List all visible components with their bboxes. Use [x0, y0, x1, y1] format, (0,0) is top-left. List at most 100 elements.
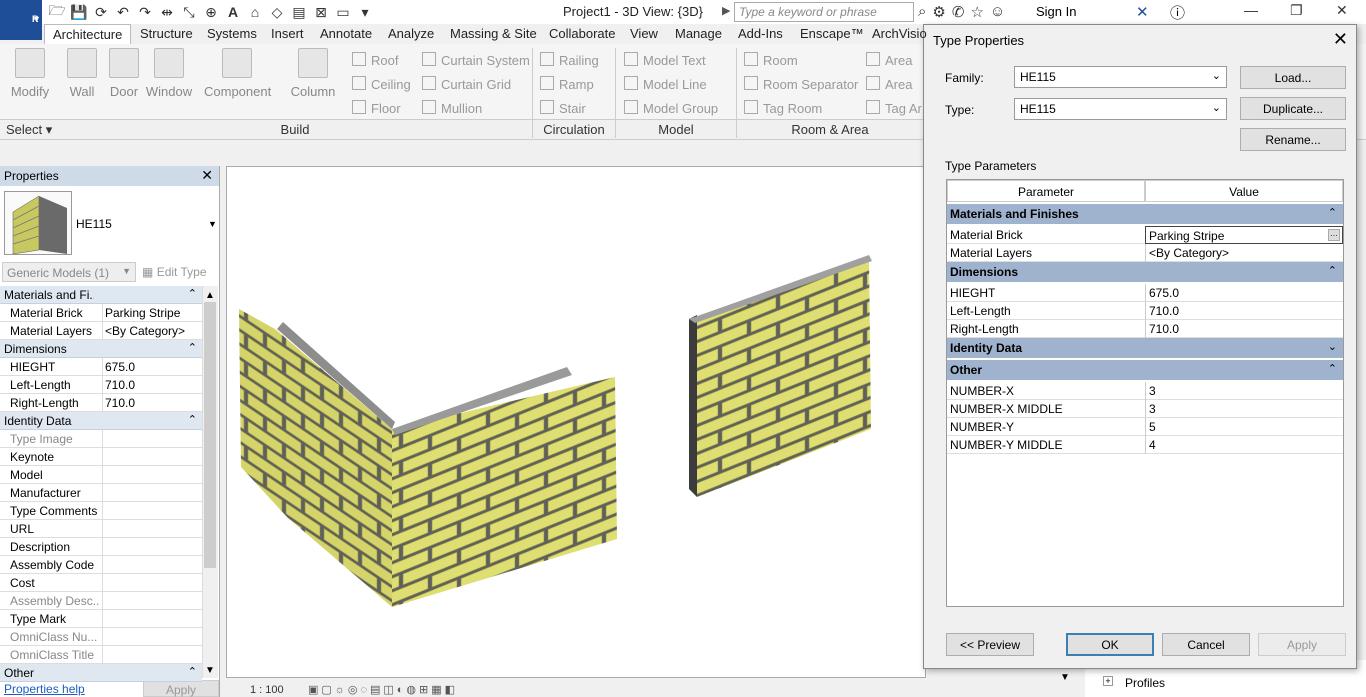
- property-row-url[interactable]: URL: [0, 520, 202, 538]
- view-control-icons[interactable]: ▣▢☼◎◌▤◫◐◍⊞▦◧: [308, 683, 458, 696]
- property-row-keynote[interactable]: Keynote: [0, 448, 202, 466]
- property-value[interactable]: [102, 592, 107, 610]
- value-column-header[interactable]: Value: [1145, 180, 1343, 202]
- property-group-dimensions[interactable]: Dimensions ⌃: [0, 340, 202, 358]
- binoculars-icon[interactable]: ⌕: [918, 3, 926, 21]
- property-row-manufacturer[interactable]: Manufacturer: [0, 484, 202, 502]
- property-row-left-length[interactable]: Left-Length 710.0: [0, 376, 202, 394]
- minimize-icon[interactable]: —: [1244, 2, 1258, 18]
- close-window-icon[interactable]: ✕: [1336, 2, 1348, 19]
- parameter-column-header[interactable]: Parameter: [947, 180, 1145, 202]
- subscription-icon[interactable]: ⚙: [932, 3, 945, 21]
- property-row-type-mark[interactable]: Type Mark: [0, 610, 202, 628]
- edit-type-button[interactable]: ▦ Edit Type: [142, 262, 207, 279]
- close-hidden-icon[interactable]: ⊠: [312, 4, 330, 21]
- user-icon[interactable]: ☺: [990, 3, 1005, 21]
- model-text-button[interactable]: Model Text: [624, 52, 706, 68]
- room-separator-button[interactable]: Room Separator: [744, 76, 858, 92]
- property-row-material-brick[interactable]: Material Brick Parking Stripe: [0, 304, 202, 322]
- mullion-button[interactable]: Mullion: [422, 100, 482, 116]
- favorites-icon[interactable]: ☆: [970, 3, 983, 21]
- tab-structure[interactable]: Structure: [140, 24, 193, 44]
- property-value[interactable]: [102, 430, 107, 448]
- ramp-button[interactable]: Ramp: [540, 76, 594, 92]
- param-value[interactable]: 675.0: [1145, 284, 1343, 302]
- expand-icon[interactable]: +: [1103, 676, 1113, 686]
- measure-icon[interactable]: ⇹: [158, 4, 176, 21]
- category-filter-select[interactable]: Generic Models (1) ▼: [2, 262, 136, 282]
- param-value[interactable]: 3: [1145, 400, 1343, 418]
- collapse-icon[interactable]: ⌃: [188, 413, 197, 426]
- component-button[interactable]: Component: [204, 48, 271, 99]
- property-value[interactable]: 675.0: [102, 358, 137, 376]
- property-row-hieght[interactable]: HIEGHT 675.0: [0, 358, 202, 376]
- thin-lines-icon[interactable]: ▤: [290, 4, 308, 21]
- property-row-cost[interactable]: Cost: [0, 574, 202, 592]
- model-line-button[interactable]: Model Line: [624, 76, 707, 92]
- tab-archvisio[interactable]: ArchVisio: [872, 24, 927, 44]
- property-value[interactable]: [102, 448, 107, 466]
- window-button[interactable]: Window: [143, 48, 195, 99]
- undo-icon[interactable]: ↶: [114, 4, 132, 21]
- stair-button[interactable]: Stair: [540, 100, 586, 116]
- property-value[interactable]: <By Category>: [102, 322, 187, 340]
- property-value[interactable]: [102, 628, 107, 646]
- floor-button[interactable]: Floor: [352, 100, 401, 116]
- property-group-identity-data[interactable]: Identity Data ⌃: [0, 412, 202, 430]
- help-icon[interactable]: ⓘ: [1170, 2, 1185, 23]
- sign-in-link[interactable]: Sign In: [1036, 4, 1076, 19]
- property-value[interactable]: [102, 466, 107, 484]
- param-group-other[interactable]: Other ⌃: [947, 360, 1343, 380]
- property-row-assembly-desc[interactable]: Assembly Desc...: [0, 592, 202, 610]
- property-value[interactable]: [102, 574, 107, 592]
- param-value[interactable]: 710.0: [1145, 302, 1343, 320]
- close-icon[interactable]: ✕: [1333, 29, 1348, 50]
- property-value[interactable]: [102, 538, 107, 556]
- property-row-type-comments[interactable]: Type Comments: [0, 502, 202, 520]
- browser-item-profiles[interactable]: Profiles: [1125, 676, 1165, 690]
- preview-button[interactable]: << Preview: [946, 633, 1034, 656]
- family-select[interactable]: HE115 ⌄: [1014, 66, 1227, 88]
- switch-windows-icon[interactable]: ▭: [334, 4, 352, 21]
- communication-icon[interactable]: ✆: [952, 3, 965, 21]
- load-button[interactable]: Load...: [1240, 66, 1346, 89]
- expand-arrow-icon[interactable]: ▶: [722, 4, 730, 17]
- property-group-other[interactable]: Other ⌃: [0, 664, 202, 682]
- property-row-description[interactable]: Description: [0, 538, 202, 556]
- roof-button[interactable]: Roof: [352, 52, 398, 68]
- cancel-button[interactable]: Cancel: [1162, 633, 1250, 656]
- property-row-right-length[interactable]: Right-Length 710.0: [0, 394, 202, 412]
- duplicate-button[interactable]: Duplicate...: [1240, 97, 1346, 120]
- room-button[interactable]: Room: [744, 52, 798, 68]
- view-scale[interactable]: 1 : 100: [250, 684, 284, 696]
- param-value[interactable]: 5: [1145, 418, 1343, 436]
- collapse-icon[interactable]: ⌃: [1328, 206, 1337, 219]
- type-selector-name[interactable]: HE115: [76, 217, 112, 231]
- apply-button[interactable]: Apply: [1258, 633, 1346, 656]
- curtain-grid-button[interactable]: Curtain Grid: [422, 76, 511, 92]
- collapse-icon[interactable]: ⌃: [188, 287, 197, 300]
- collapse-icon[interactable]: ⌃: [188, 665, 197, 678]
- collapse-icon[interactable]: ⌃: [1328, 264, 1337, 277]
- property-row-assembly-code[interactable]: Assembly Code: [0, 556, 202, 574]
- rename-button[interactable]: Rename...: [1240, 128, 1346, 151]
- property-row-model[interactable]: Model: [0, 466, 202, 484]
- material-brick-field[interactable]: Parking Stripe…: [1145, 226, 1343, 244]
- property-value[interactable]: [102, 556, 107, 574]
- 3d-viewport[interactable]: [226, 166, 926, 678]
- properties-scrollbar[interactable]: ▲ ▼: [202, 286, 218, 678]
- curtain-system-button[interactable]: Curtain System: [422, 52, 530, 68]
- brick-wall-model[interactable]: [227, 167, 925, 677]
- search-input[interactable]: Type a keyword or phrase: [734, 2, 914, 22]
- area-boundary-button[interactable]: Area: [866, 76, 912, 92]
- open-icon[interactable]: 🗁: [48, 0, 66, 24]
- restore-icon[interactable]: ❐: [1290, 2, 1303, 19]
- modify-button[interactable]: Modify: [6, 48, 54, 99]
- property-row-omniclass-nu[interactable]: OmniClass Nu...: [0, 628, 202, 646]
- browse-icon[interactable]: …: [1328, 229, 1340, 241]
- tab-architecture[interactable]: Architecture: [44, 24, 132, 44]
- property-group-materials-and-fi[interactable]: Materials and Fi... ⌃: [0, 286, 202, 304]
- dimension-icon[interactable]: ⤡: [180, 4, 198, 21]
- property-value[interactable]: [102, 484, 107, 502]
- collapse-icon[interactable]: ⌃: [1328, 362, 1337, 375]
